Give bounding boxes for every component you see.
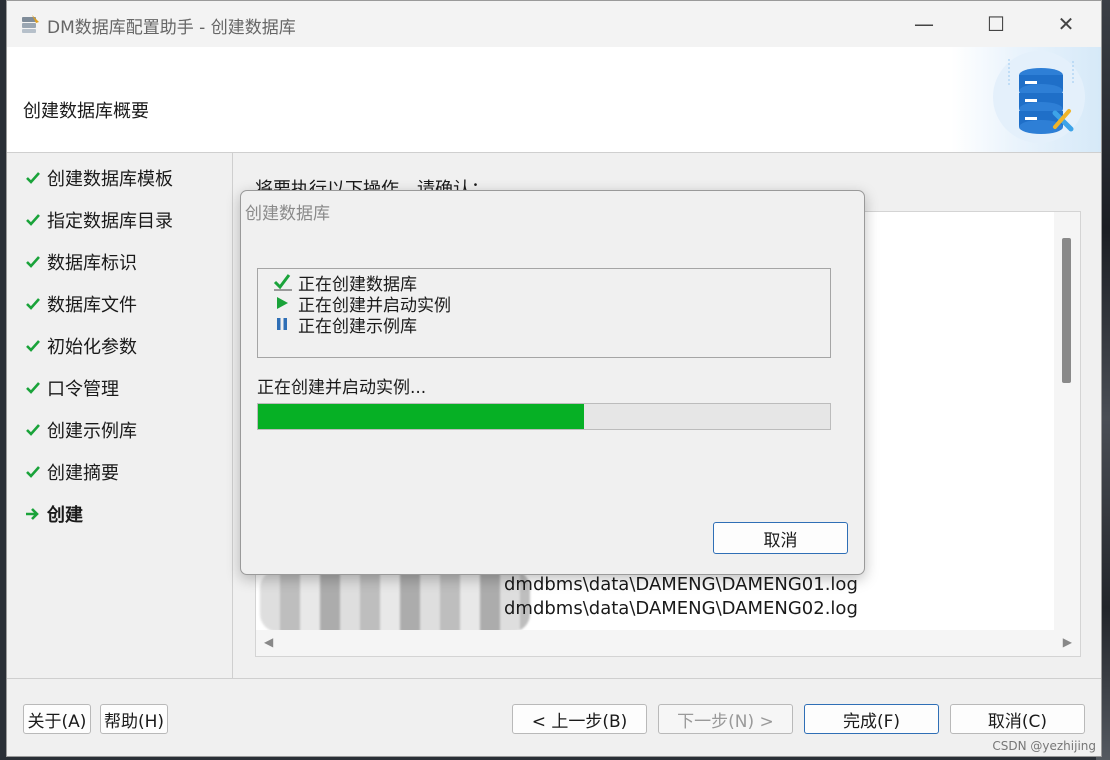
database-icon	[993, 51, 1085, 143]
progress-bar	[257, 403, 831, 430]
maximize-icon: ☐	[987, 12, 1005, 36]
header-banner	[951, 47, 1101, 152]
step-label: 指定数据库目录	[47, 211, 173, 232]
log-line: dmdbms\data\DAMENG\DAMENG01.log	[504, 574, 858, 595]
minimize-button[interactable]: —	[889, 1, 959, 47]
wizard-footer: 关于(A) 帮助(H) < 上一步(B) 下一步(N) > 完成(F) 取消(C…	[7, 678, 1101, 759]
task-item: 正在创建示例库	[266, 313, 417, 337]
step-label: 口令管理	[47, 379, 119, 400]
step-label: 创建示例库	[47, 421, 137, 442]
minimize-icon: —	[914, 12, 934, 36]
close-icon: ✕	[1057, 12, 1075, 36]
step-item: 初始化参数	[25, 331, 137, 361]
step-item: 数据库标识	[25, 247, 137, 277]
pause-icon	[277, 318, 287, 330]
scroll-right-icon[interactable]: ▶	[1063, 635, 1072, 649]
step-item: 创建摘要	[25, 457, 119, 487]
step-label: 数据库标识	[47, 253, 137, 274]
step-label: 数据库文件	[47, 295, 137, 316]
check-icon	[273, 274, 292, 291]
wizard-header: 创建数据库概要	[7, 47, 1101, 153]
play-icon	[277, 297, 288, 309]
step-item-current: 创建	[25, 499, 83, 529]
next-button[interactable]: 下一步(N) >	[658, 704, 793, 734]
scroll-left-icon[interactable]: ◀	[264, 635, 273, 649]
step-item: 创建数据库模板	[25, 163, 173, 193]
log-line: dmdbms\data\DAMENG\DAMENG02.log	[504, 598, 858, 619]
finish-button[interactable]: 完成(F)	[804, 704, 939, 734]
status-text: 正在创建并启动实例...	[257, 378, 427, 398]
check-icon	[26, 256, 40, 268]
maximize-button[interactable]: ☐	[961, 1, 1031, 47]
step-label: 创建摘要	[47, 463, 119, 484]
step-label: 创建数据库模板	[47, 169, 173, 190]
about-button[interactable]: 关于(A)	[23, 704, 91, 734]
check-icon	[26, 172, 40, 184]
create-database-dialog: 创建数据库 正在创建数据库 正在创建并启动实例 正在创建示例库 正在创建并启动实…	[240, 190, 865, 575]
scroll-thumb[interactable]	[1062, 238, 1071, 383]
watermark: CSDN @yezhijing	[992, 739, 1096, 753]
close-button[interactable]: ✕	[1031, 1, 1101, 47]
step-item: 口令管理	[25, 373, 119, 403]
step-item: 指定数据库目录	[25, 205, 173, 235]
title-bar[interactable]: DM数据库配置助手 - 创建数据库 — ☐ ✕	[7, 1, 1101, 47]
redacted-region	[260, 570, 530, 632]
check-icon	[26, 466, 40, 478]
task-list: 正在创建数据库 正在创建并启动实例 正在创建示例库	[257, 268, 831, 358]
page-title: 创建数据库概要	[23, 101, 149, 122]
check-icon	[26, 340, 40, 352]
vertical-scrollbar[interactable]	[1054, 212, 1080, 630]
cancel-button[interactable]: 取消(C)	[950, 704, 1085, 734]
horizontal-scrollbar[interactable]: ◀ ▶	[256, 630, 1080, 656]
dialog-cancel-button[interactable]: 取消	[713, 522, 848, 554]
task-label: 正在创建示例库	[298, 316, 417, 337]
back-button[interactable]: < 上一步(B)	[512, 704, 647, 734]
check-icon	[26, 424, 40, 436]
check-icon	[26, 382, 40, 394]
arrow-right-icon	[26, 508, 39, 520]
step-label: 创建	[47, 505, 83, 526]
step-label: 初始化参数	[47, 337, 137, 358]
window-title: DM数据库配置助手 - 创建数据库	[47, 18, 296, 38]
help-button[interactable]: 帮助(H)	[100, 704, 168, 734]
progress-fill	[258, 404, 585, 429]
check-icon	[26, 298, 40, 310]
dialog-title: 创建数据库	[245, 204, 330, 224]
step-item: 数据库文件	[25, 289, 137, 319]
app-logo-icon	[22, 15, 39, 33]
wizard-steps: 创建数据库模板 指定数据库目录 数据库标识 数据库文件 初始化参数 口令管理 创…	[7, 153, 233, 678]
check-icon	[26, 214, 40, 226]
step-item: 创建示例库	[25, 415, 137, 445]
